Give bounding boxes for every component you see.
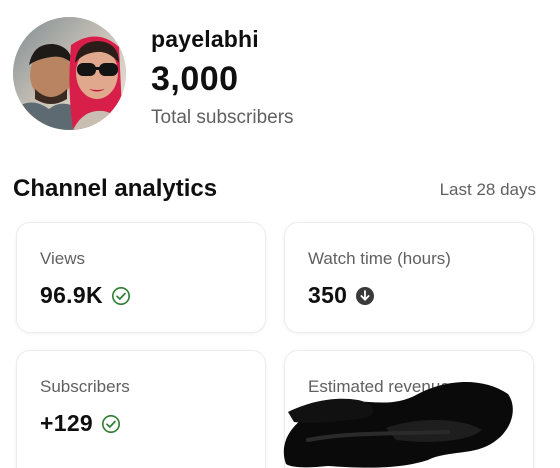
metric-row: 350 [308,282,375,309]
views-card[interactable]: Views 96.9K [16,222,266,333]
subscribers-card[interactable]: Subscribers +129 [16,350,266,468]
subscriber-count: 3,000 [151,60,239,98]
watch-time-card[interactable]: Watch time (hours) 350 [284,222,534,333]
metric-label: Watch time (hours) [308,249,451,268]
avatar-photo-icon [13,17,126,130]
channel-avatar[interactable] [13,17,126,130]
metric-value: +129 [40,410,94,436]
metric-label: Subscribers [40,377,130,396]
check-circle-icon [111,286,131,306]
down-arrow-circle-icon [355,286,375,306]
estimated-revenue-card[interactable]: Estimated revenue [284,350,534,468]
period-selector[interactable]: Last 28 days [440,180,536,200]
metric-row: +129 [40,410,121,437]
metric-label: Views [40,249,86,268]
subscriber-label: Total subscribers [151,107,294,128]
channel-name: payelabhi [151,26,259,52]
analytics-title: Channel analytics [13,175,218,202]
metric-value: 350 [308,282,348,308]
metric-label: Estimated revenue [308,377,450,396]
channel-analytics-screen: payelabhi 3,000 Total subscribers Channe… [0,0,560,468]
metric-row: 96.9K [40,282,131,309]
check-circle-icon [101,414,121,434]
metric-value: 96.9K [40,282,103,308]
